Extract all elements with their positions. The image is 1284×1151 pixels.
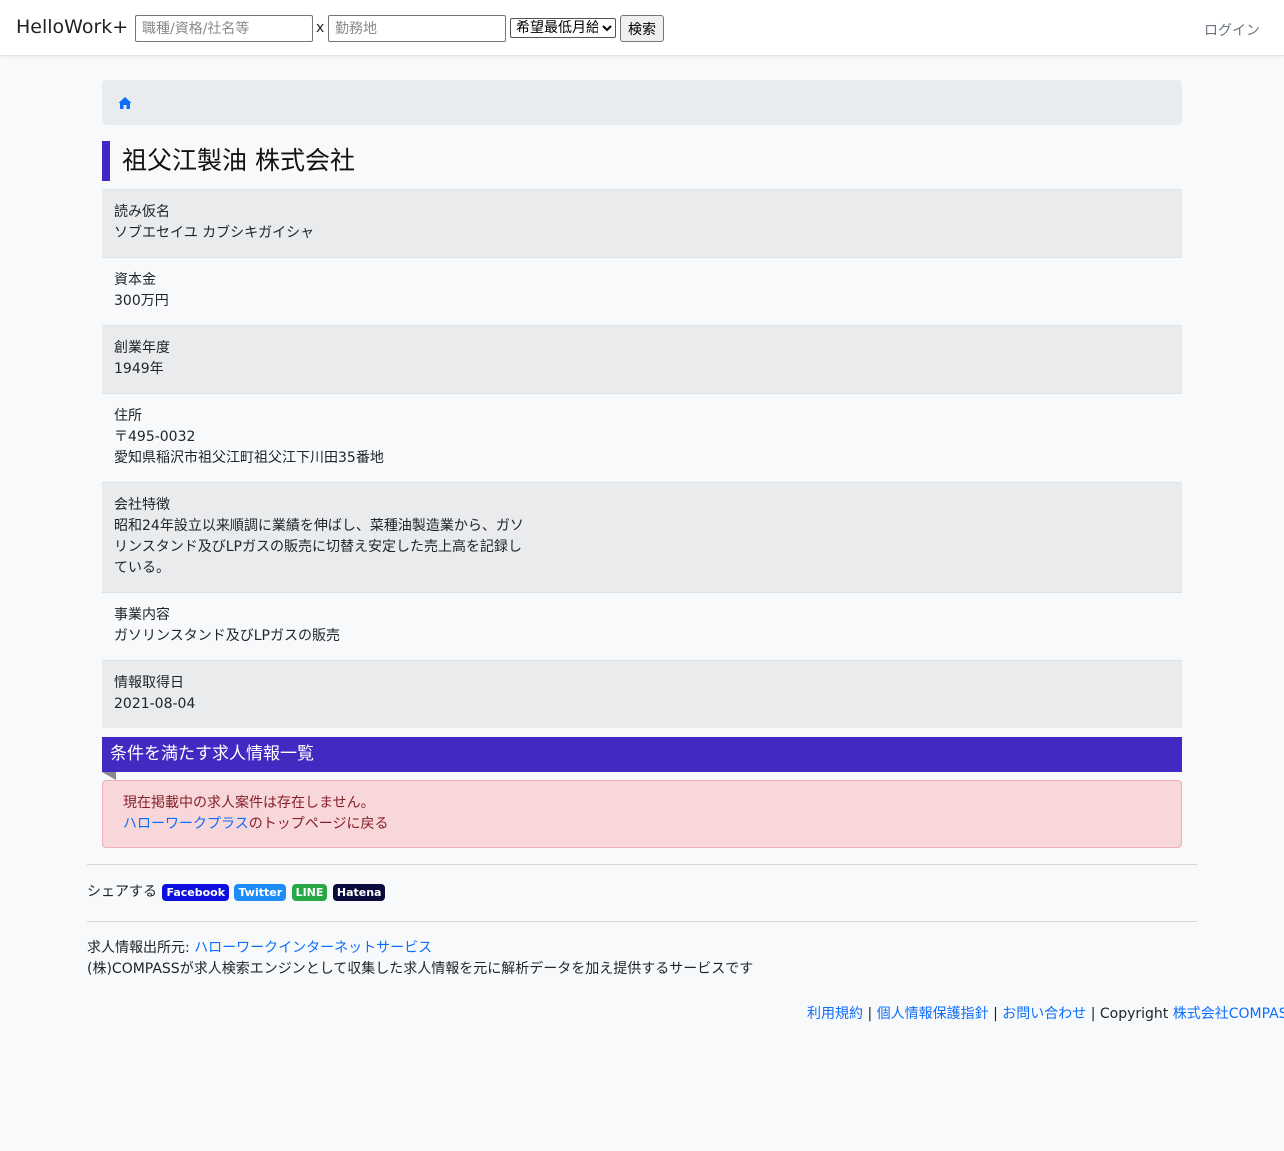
share-facebook-button[interactable]: Facebook bbox=[162, 884, 230, 901]
hellowork-internet-link[interactable]: ハローワークインターネットサービス bbox=[194, 940, 432, 956]
info-label: 読み仮名 bbox=[114, 204, 170, 220]
info-row-business: 事業内容 ガソリンスタンド及びLPガスの販売 bbox=[102, 592, 1182, 660]
top-page-suffix: のトップページに戻る bbox=[248, 816, 389, 832]
footer-separator: | bbox=[1086, 1006, 1100, 1022]
footer-separator: | bbox=[863, 1006, 877, 1022]
info-row-founded: 創業年度 1949年 bbox=[102, 325, 1182, 393]
info-label: 資本金 bbox=[114, 272, 156, 288]
info-label: 情報取得日 bbox=[114, 675, 184, 691]
info-label: 事業内容 bbox=[114, 607, 170, 623]
info-value: ガソリンスタンド及びLPガスの販売 bbox=[114, 628, 340, 644]
info-value: 〒495-0032 愛知県稲沢市祖父江町祖父江下川田35番地 bbox=[114, 429, 384, 466]
salary-select[interactable]: 希望最低月給 bbox=[510, 18, 616, 38]
location-search-input[interactable] bbox=[328, 15, 506, 42]
footer-links: 利用規約 | 個人情報保護指針 | お問い合わせ | Copyright 株式会… bbox=[807, 1004, 1284, 1024]
home-icon[interactable] bbox=[118, 96, 132, 110]
back-to-top-line: ハローワークプラスのトップページに戻る bbox=[123, 814, 1161, 835]
divider bbox=[87, 864, 1197, 865]
info-value: 300万円 bbox=[114, 293, 169, 309]
share-line-button[interactable]: LINE bbox=[291, 884, 328, 901]
top-page-link[interactable]: ハローワークプラス bbox=[123, 816, 249, 832]
company-title: 祖父江製油 株式会社 bbox=[102, 141, 1182, 181]
top-navbar: HelloWork+ x 希望最低月給 検索 ログイン bbox=[0, 0, 1284, 56]
compass-link[interactable]: 株式会社COMPASS bbox=[1173, 1006, 1284, 1022]
info-row-retrieved-date: 情報取得日 2021-08-04 bbox=[102, 660, 1182, 728]
no-jobs-alert: 現在掲載中の求人案件は存在しません。 ハローワークプラスのトップページに戻る bbox=[102, 780, 1182, 848]
source-line: 求人情報出所元: ハローワークインターネットサービス bbox=[87, 938, 753, 959]
section-corner-decoration bbox=[102, 772, 116, 780]
source-prefix: 求人情報出所元: bbox=[87, 940, 195, 956]
source-info: 求人情報出所元: ハローワークインターネットサービス (株)COMPASSが求人… bbox=[87, 938, 753, 980]
footer-separator: | bbox=[988, 1006, 1003, 1022]
contact-link[interactable]: お問い合わせ bbox=[1002, 1006, 1086, 1022]
info-row-features: 会社特徴 昭和24年設立以来順調に業績を伸ばし、菜種油製造業から、ガソリンスタン… bbox=[102, 482, 1182, 592]
breadcrumb bbox=[102, 80, 1182, 125]
login-link[interactable]: ログイン bbox=[1204, 20, 1260, 40]
share-twitter-button[interactable]: Twitter bbox=[234, 884, 287, 901]
share-hatena-button[interactable]: Hatena bbox=[332, 884, 386, 901]
info-value: 1949年 bbox=[114, 361, 164, 377]
info-value: 2021-08-04 bbox=[114, 696, 196, 712]
info-label: 会社特徴 bbox=[114, 497, 170, 513]
company-info-list: 読み仮名 ソブエセイユ カブシキガイシャ 資本金 300万円 創業年度 1949… bbox=[102, 189, 1182, 728]
privacy-link[interactable]: 個人情報保護指針 bbox=[877, 1006, 989, 1022]
share-label: シェアする bbox=[87, 884, 157, 900]
service-description: (株)COMPASSが求人検索エンジンとして収集した求人情報を元に解析データを加… bbox=[87, 961, 754, 977]
search-button[interactable]: 検索 bbox=[620, 15, 664, 42]
info-label: 創業年度 bbox=[114, 340, 170, 356]
no-jobs-message: 現在掲載中の求人案件は存在しません。 bbox=[123, 795, 375, 811]
keyword-search-input[interactable] bbox=[135, 15, 313, 42]
brand-logo[interactable]: HelloWork+ bbox=[16, 16, 128, 38]
info-row-address: 住所 〒495-0032 愛知県稲沢市祖父江町祖父江下川田35番地 bbox=[102, 393, 1182, 482]
divider bbox=[87, 921, 1197, 922]
copyright-text: Copyright bbox=[1099, 1006, 1173, 1022]
terms-link[interactable]: 利用規約 bbox=[807, 1006, 863, 1022]
info-value: ソブエセイユ カブシキガイシャ bbox=[114, 225, 315, 241]
info-label: 住所 bbox=[114, 408, 142, 424]
share-bar: シェアする Facebook Twitter LINE Hatena bbox=[87, 882, 386, 902]
info-value: 昭和24年設立以来順調に業績を伸ばし、菜種油製造業から、ガソリンスタンド及びLP… bbox=[114, 518, 524, 576]
info-row-kana: 読み仮名 ソブエセイユ カブシキガイシャ bbox=[102, 189, 1182, 257]
job-list-header: 条件を満たす求人情報一覧 bbox=[102, 737, 1182, 772]
info-row-capital: 資本金 300万円 bbox=[102, 257, 1182, 325]
search-separator: x bbox=[316, 20, 325, 36]
